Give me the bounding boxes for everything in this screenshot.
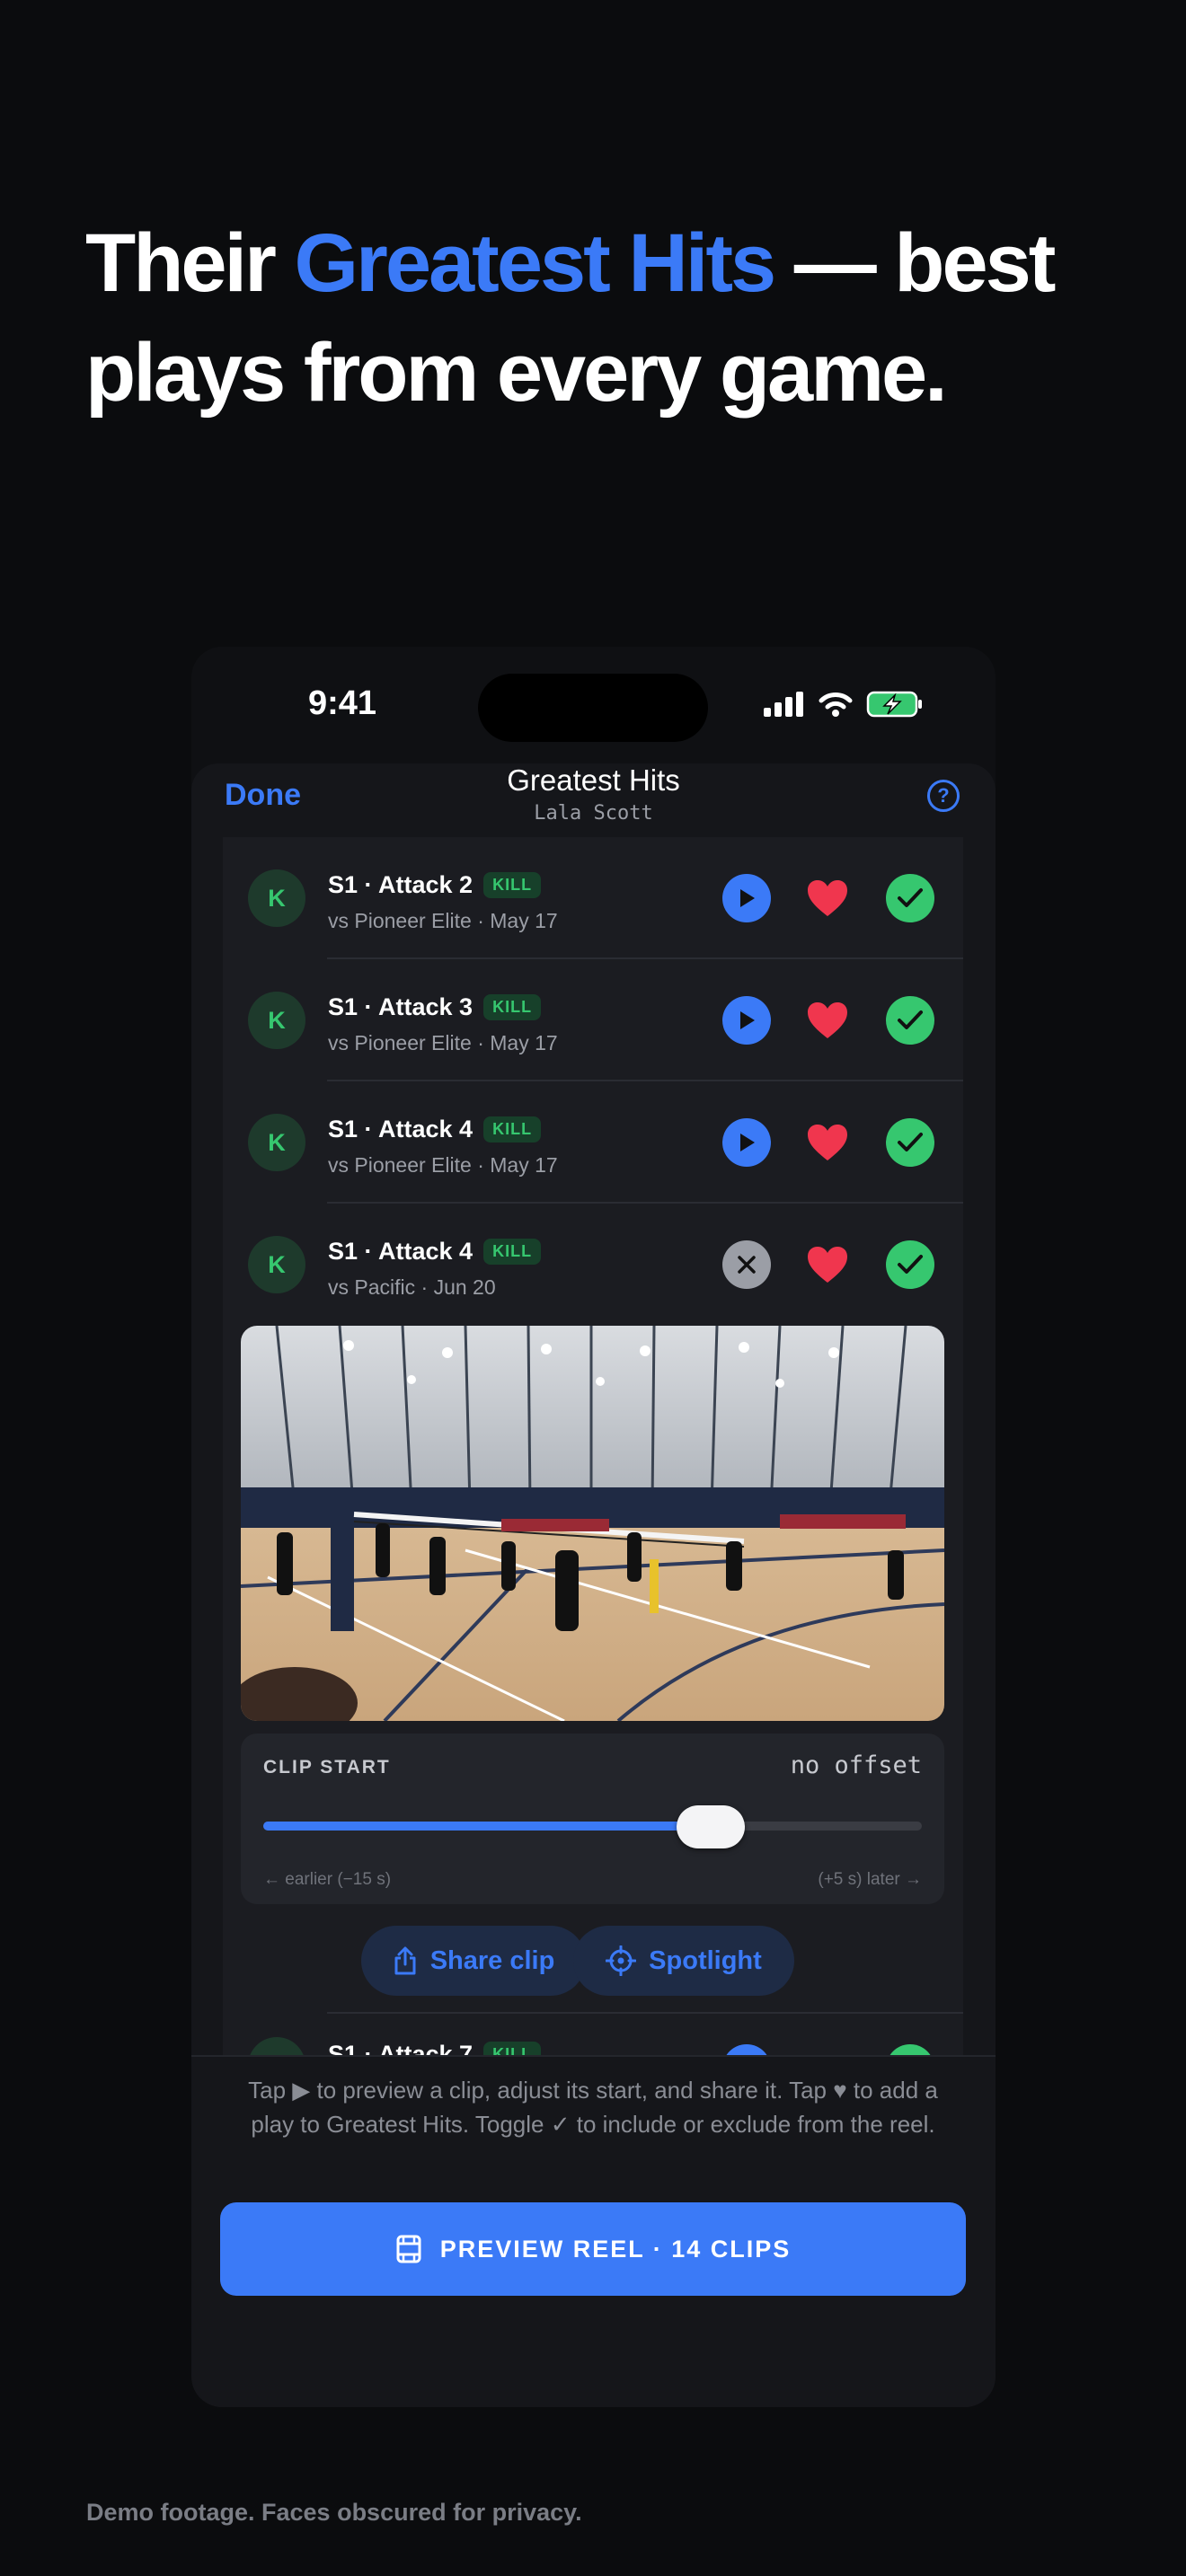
clip-list: K S1 · Attack 2 KILL vs Pioneer Elite · M… bbox=[223, 837, 963, 2055]
include-toggle[interactable] bbox=[886, 874, 934, 922]
clip-subtitle: vs Pioneer Elite · May 17 bbox=[328, 1153, 558, 1177]
kill-badge: KILL bbox=[483, 2042, 542, 2055]
clip-title-text: S1 · Attack 7 bbox=[328, 2041, 474, 2055]
battery-charging-icon bbox=[866, 691, 922, 718]
clip-title: S1 · Attack 2 KILL bbox=[328, 871, 542, 899]
play-button[interactable] bbox=[722, 1118, 771, 1167]
signal-icon bbox=[764, 692, 803, 717]
include-toggle[interactable] bbox=[886, 996, 934, 1045]
privacy-caption: Demo footage. Faces obscured for privacy… bbox=[86, 2499, 582, 2526]
phone-frame: 9:41 Done Greatest Hits Lala Scott ? K S… bbox=[191, 647, 996, 2407]
list-item[interactable]: K S1 · Attack 3 KILL vs Pioneer Elite · M… bbox=[223, 959, 963, 1081]
favorite-button[interactable] bbox=[803, 874, 852, 922]
nav-bar: Done Greatest Hits Lala Scott ? bbox=[191, 763, 996, 837]
clip-offset-value: no offset bbox=[790, 1751, 922, 1779]
wifi-icon bbox=[819, 693, 853, 717]
kill-badge: KILL bbox=[483, 994, 542, 1020]
checkmark-icon bbox=[898, 1133, 923, 1151]
status-bar: 9:41 bbox=[191, 647, 996, 763]
share-clip-label: Share clip bbox=[429, 1945, 555, 1975]
clip-title: S1 · Attack 4 KILL bbox=[328, 1238, 542, 1266]
avatar: K bbox=[248, 992, 305, 1049]
clip-title: S1 · Attack 4 KILL bbox=[328, 1116, 542, 1143]
list-item[interactable]: K S1 · Attack 4 KILL vs Pioneer Elite · M… bbox=[223, 1081, 963, 1204]
heart-icon bbox=[808, 1125, 847, 1160]
play-button[interactable] bbox=[722, 996, 771, 1045]
kill-badge: KILL bbox=[483, 872, 542, 898]
nav-subtitle: Lala Scott bbox=[534, 802, 653, 825]
favorite-button[interactable] bbox=[803, 1240, 852, 1289]
share-clip-button[interactable]: Share clip bbox=[361, 1926, 586, 1996]
status-icons bbox=[764, 690, 924, 719]
clip-title-text: S1 · Attack 4 bbox=[328, 1238, 474, 1265]
slider-fill bbox=[263, 1822, 712, 1831]
list-item[interactable]: K S1 · Attack 2 KILL vs Pioneer Elite · M… bbox=[223, 837, 963, 959]
play-icon bbox=[740, 1011, 755, 1029]
list-item[interactable]: S1 · Attack 7 KILL bbox=[248, 2012, 963, 2055]
favorite-button[interactable] bbox=[803, 1118, 852, 1167]
include-toggle[interactable] bbox=[886, 2044, 934, 2055]
slider-thumb[interactable] bbox=[677, 1805, 746, 1848]
status-time: 9:41 bbox=[308, 684, 377, 722]
earlier-hint: ← earlier (−15 s) bbox=[263, 1870, 392, 1889]
clip-subtitle: vs Pioneer Elite · May 17 bbox=[328, 1031, 558, 1054]
close-preview-button[interactable] bbox=[722, 1240, 771, 1289]
checkmark-icon bbox=[898, 1255, 923, 1274]
footer-divider bbox=[191, 2055, 996, 2057]
checkmark-icon bbox=[898, 888, 923, 907]
dynamic-island bbox=[478, 674, 708, 742]
play-icon bbox=[740, 889, 755, 907]
nav-title: Greatest Hits bbox=[507, 763, 680, 797]
crosshair-icon bbox=[606, 1945, 637, 1976]
headline: Their Greatest Hits — best plays from ev… bbox=[85, 208, 1119, 428]
play-button[interactable] bbox=[722, 874, 771, 922]
help-icon[interactable]: ? bbox=[927, 780, 960, 812]
favorite-button[interactable] bbox=[803, 996, 852, 1045]
clip-start-card: CLIP START no offset ← earlier (−15 s) (… bbox=[241, 1734, 944, 1904]
checkmark-icon bbox=[898, 1010, 923, 1029]
play-button[interactable] bbox=[722, 2044, 771, 2055]
film-icon bbox=[396, 2235, 421, 2263]
avatar: K bbox=[248, 1236, 305, 1293]
clip-title: S1 · Attack 3 KILL bbox=[328, 993, 542, 1021]
preview-reel-label: PREVIEW REEL · 14 CLIPS bbox=[439, 2235, 792, 2263]
spotlight-button[interactable]: Spotlight bbox=[573, 1926, 794, 1996]
heart-icon bbox=[808, 1247, 847, 1283]
clip-start-label: CLIP START bbox=[263, 1757, 391, 1778]
spotlight-label: Spotlight bbox=[649, 1945, 762, 1975]
clip-title: S1 · Attack 7 KILL bbox=[328, 2041, 542, 2055]
clip-start-slider[interactable] bbox=[263, 1822, 922, 1831]
video-preview[interactable] bbox=[241, 1326, 944, 1721]
clip-title-text: S1 · Attack 2 bbox=[328, 871, 474, 898]
include-toggle[interactable] bbox=[886, 1240, 934, 1289]
heart-icon bbox=[808, 880, 847, 916]
clip-title-text: S1 · Attack 4 bbox=[328, 1116, 474, 1142]
greatest-hits-sheet: Done Greatest Hits Lala Scott ? K S1 · A… bbox=[191, 763, 996, 2407]
avatar bbox=[248, 2037, 305, 2055]
help-text: Tap ▶ to preview a clip, adjust its star… bbox=[248, 2077, 938, 2138]
headline-prefix: Their bbox=[85, 217, 295, 309]
kill-badge: KILL bbox=[483, 1239, 542, 1265]
list-item-expanded[interactable]: K S1 · Attack 4 KILL vs Pacific · Jun 20 bbox=[223, 1204, 963, 1326]
clip-subtitle: vs Pacific · Jun 20 bbox=[328, 1275, 496, 1299]
volleyball-court-image bbox=[241, 1326, 944, 1721]
clip-title-text: S1 · Attack 3 bbox=[328, 993, 474, 1020]
preview-reel-button[interactable]: PREVIEW REEL · 14 CLIPS bbox=[220, 2202, 966, 2296]
headline-accent: Greatest Hits bbox=[294, 217, 776, 309]
avatar: K bbox=[248, 1114, 305, 1171]
share-icon bbox=[394, 1946, 416, 1975]
play-icon bbox=[740, 1134, 755, 1151]
include-toggle[interactable] bbox=[886, 1118, 934, 1167]
later-hint: (+5 s) later → bbox=[818, 1870, 922, 1889]
kill-badge: KILL bbox=[483, 1116, 542, 1142]
close-icon bbox=[738, 1256, 756, 1274]
heart-icon bbox=[808, 1002, 847, 1038]
clip-subtitle: vs Pioneer Elite · May 17 bbox=[328, 909, 558, 932]
avatar: K bbox=[248, 869, 305, 927]
